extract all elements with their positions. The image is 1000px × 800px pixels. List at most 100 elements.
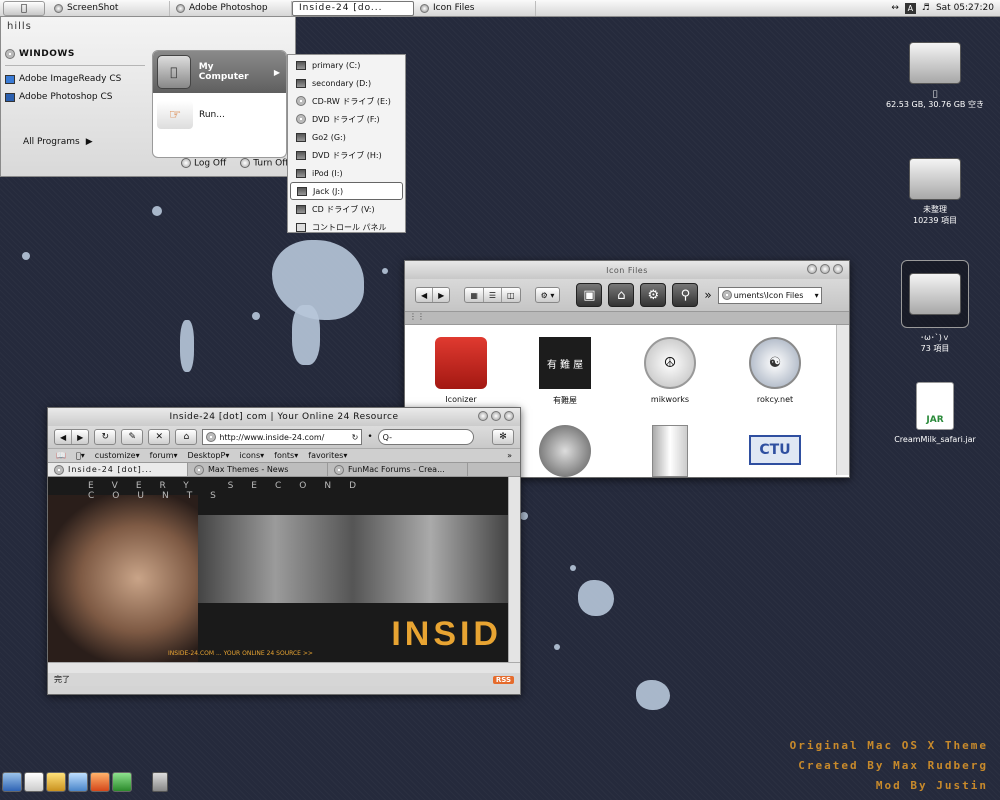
desktop-icon-system-drive[interactable]:  62.53 GB, 30.76 GB 空き (880, 42, 990, 110)
tab-close-icon[interactable] (194, 464, 204, 475)
browser-icon[interactable] (68, 772, 88, 792)
address-bar[interactable]: http://www.inside-24.com/ ↻ (202, 429, 363, 445)
chevron-more-icon[interactable]: » (704, 288, 711, 302)
file-icon[interactable]: CTU (730, 425, 820, 471)
close-button[interactable] (504, 411, 514, 421)
settings-button[interactable]: ⚙ (640, 283, 667, 307)
drive-item[interactable]: CD-RW ドライブ (E:) (288, 92, 405, 110)
drive-item[interactable]: Go2 (G:) (288, 128, 405, 146)
bookmark-item[interactable]: customize▾ (95, 451, 140, 460)
tab-max-themes[interactable]: Max Themes - News (188, 463, 328, 476)
vertical-scrollbar[interactable] (508, 477, 520, 662)
folder-icon[interactable] (46, 772, 66, 792)
file-icon[interactable] (520, 425, 610, 483)
rss-button[interactable]: RSS (492, 675, 514, 684)
file-icon[interactable] (625, 425, 715, 483)
forward-button[interactable]: ▶ (72, 430, 88, 444)
tab-funmac[interactable]: FunMac Forums - Crea... (328, 463, 468, 476)
reload-button[interactable]: ↻ (94, 429, 117, 445)
run-item[interactable]: ☞ Run... (153, 93, 286, 137)
bug-report-button[interactable]: ✻ (492, 429, 514, 445)
search-input[interactable]: Q- (377, 429, 474, 445)
theme-credits: Original Mac OS X Theme Created By Max R… (790, 736, 988, 796)
gear-icon: ⚙ ▾ (540, 290, 555, 300)
tab-close-icon[interactable] (334, 464, 344, 475)
book-icon[interactable]: 📖 (56, 451, 66, 460)
column-view-button[interactable]: ◫ (502, 288, 520, 302)
home-button[interactable]: ⌂ (608, 283, 635, 307)
task-photoshop[interactable]: Adobe Photoshop (170, 0, 292, 16)
minimize-button[interactable] (478, 411, 488, 421)
close-button[interactable] (833, 264, 843, 274)
task-browser[interactable]: Inside-24 [do... (292, 0, 414, 16)
volume-icon[interactable]: ♬ (922, 3, 930, 13)
action-menu-button[interactable]: ⚙ ▾ (534, 287, 561, 303)
drive-item-selected[interactable]: Jack (J:) (290, 182, 403, 200)
apple-menu-button[interactable]:  (3, 0, 45, 16)
file-mikworks[interactable]: ☮ mikworks (625, 337, 715, 404)
minimize-button[interactable] (807, 264, 817, 274)
control-panel-item[interactable]: コントロール パネル (288, 218, 405, 236)
window-titlebar[interactable]: Inside-24 [dot] com | Your Online 24 Res… (48, 408, 520, 426)
start-item-photoshop[interactable]: Adobe Photoshop CS (5, 88, 145, 106)
refresh-icon[interactable]: ↻ (352, 433, 359, 442)
bookmark-item[interactable]: DesktopP▾ (188, 451, 230, 460)
list-view-button[interactable]: ☰ (484, 288, 503, 302)
chevron-more-icon[interactable]: » (507, 451, 512, 460)
computer-button[interactable]: ▣ (576, 283, 603, 307)
window-titlebar[interactable]: Icon Files (405, 261, 849, 279)
tab-inside24[interactable]: Inside-24 [dot]... (48, 463, 188, 476)
network-icon[interactable] (112, 772, 132, 792)
icon-view-button[interactable]: ▦ (465, 288, 484, 302)
windows-icon (5, 49, 15, 59)
drive-item[interactable]: DVD ドライブ (F:) (288, 110, 405, 128)
forward-button[interactable]: ▶ (433, 288, 449, 302)
bookmark-item[interactable]: fonts▾ (274, 451, 298, 460)
bookmark-item[interactable]: favorites▾ (308, 451, 347, 460)
file-rokcy[interactable]: ☯ rokcy.net (730, 337, 820, 404)
toolbox-icon (435, 337, 487, 389)
turn-off-button[interactable]: Turn Off (240, 158, 288, 169)
start-item-imageready[interactable]: Adobe ImageReady CS (5, 70, 145, 88)
edit-button[interactable]: ✎ (121, 429, 144, 445)
all-programs-button[interactable]: All Programs ▶ (23, 137, 93, 147)
network-icon[interactable]: ↔ (891, 3, 899, 13)
firefox-icon[interactable] (90, 772, 110, 792)
file-arigataya[interactable]: 有 難 屋 有難屋 (520, 337, 610, 406)
finder-icon[interactable] (2, 772, 22, 792)
search-button[interactable]: ⚲ (672, 283, 699, 307)
my-computer-item[interactable]:  My Computer ▶ (153, 51, 286, 93)
notepad-icon[interactable] (24, 772, 44, 792)
trash-icon[interactable] (152, 772, 168, 792)
stop-button[interactable]: ✕ (148, 429, 171, 445)
drive-item[interactable]: iPod (I:) (288, 164, 405, 182)
drive-item[interactable]: secondary (D:) (288, 74, 405, 92)
app-icon (54, 3, 63, 13)
desktop-icon-drive-selected[interactable]: ･ω･`)ｖ 73 項目 (880, 260, 990, 354)
desktop-icon-drive[interactable]: 未整理 10239 項目 (880, 158, 990, 226)
vertical-scrollbar[interactable] (836, 325, 849, 475)
maximize-button[interactable] (491, 411, 501, 421)
drive-item[interactable]: DVD ドライブ (H:) (288, 146, 405, 164)
desktop-icon-jar-file[interactable]: JAR CreamMilk_safari.jar (880, 382, 990, 445)
path-dropdown[interactable]: uments\Icon Files ▾ (717, 286, 822, 304)
file-iconizer[interactable]: Iconizer (416, 337, 506, 404)
clock[interactable]: Sat 05:27:20 (936, 3, 994, 13)
back-button[interactable]: ◀ (55, 430, 73, 444)
bookmark-item[interactable]: icons▾ (239, 451, 264, 460)
log-off-button[interactable]: Log Off (181, 158, 226, 169)
home-button[interactable]: ⌂ (175, 429, 198, 445)
tab-close-icon[interactable] (54, 464, 64, 475)
task-screenshot[interactable]: ScreenShot (48, 0, 170, 16)
drive-item[interactable]: CD ドライブ (V:) (288, 200, 405, 218)
ime-indicator[interactable]: A (904, 2, 916, 14)
drive-item[interactable]: primary (C:) (288, 56, 405, 74)
start-item-windows[interactable]: WINDOWS (5, 45, 145, 63)
bookmark-item[interactable]: forum▾ (150, 451, 178, 460)
maximize-button[interactable] (820, 264, 830, 274)
task-icon-files[interactable]: Icon Files (414, 0, 536, 16)
computer-icon:  (157, 55, 191, 89)
horizontal-scrollbar[interactable] (48, 662, 520, 673)
apple-bookmark-menu[interactable]: ▾ (76, 451, 85, 460)
back-button[interactable]: ◀ (416, 288, 434, 302)
